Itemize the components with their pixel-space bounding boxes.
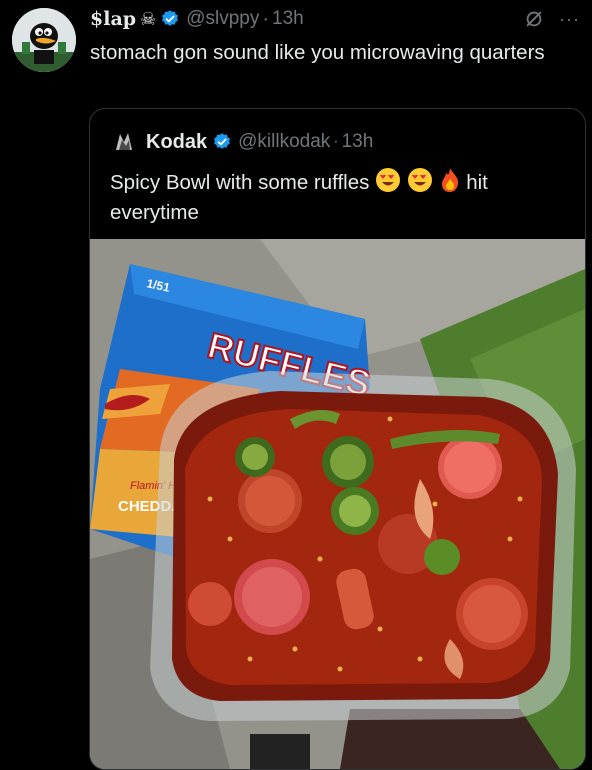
avatar[interactable] (12, 8, 76, 72)
heart-eyes-emoji-icon (376, 168, 401, 192)
quoted-avatar[interactable] (110, 128, 138, 156)
separator-dot: · (333, 133, 339, 150)
quoted-display-name[interactable]: Kodak (146, 131, 207, 154)
more-options-icon[interactable]: ··· (559, 9, 580, 30)
quoted-tweet-header: Kodak @killkodak · 13h (110, 127, 373, 157)
quoted-tweet-text: Spicy Bowl with some ruffles hit everyti… (110, 167, 565, 228)
verified-badge-icon (162, 10, 179, 26)
skull-icon: ☠ (140, 8, 157, 29)
verified-badge-icon (214, 133, 231, 149)
quoted-timestamp[interactable]: 13h (342, 131, 374, 153)
display-name[interactable]: $lap (90, 8, 136, 30)
quoted-avatar-icon (110, 128, 138, 156)
quoted-handle[interactable]: @killkodak (238, 131, 330, 153)
tweet-text: stomach gon sound like you microwaving q… (90, 41, 545, 64)
separator-dot: · (262, 7, 270, 30)
fire-emoji-icon (441, 168, 458, 192)
spicy-bowl (150, 371, 576, 721)
quoted-text-before: Spicy Bowl with some ruffles (110, 171, 370, 194)
tweet-header: $lap ☠ @slvppy · 13h ··· (90, 6, 580, 32)
grok-icon[interactable] (523, 8, 545, 30)
quoted-tweet[interactable]: Kodak @killkodak · 13h Spicy Bowl with s… (89, 108, 586, 770)
heart-eyes-emoji-icon (407, 168, 432, 192)
quoted-media-image[interactable]: RUFFLES 1/51 Flamin' Hot CHEDDA (90, 239, 585, 769)
timestamp[interactable]: 13h (272, 8, 304, 30)
handle[interactable]: @slvppy (186, 8, 259, 30)
daffy-duck-avatar-icon (12, 8, 76, 72)
